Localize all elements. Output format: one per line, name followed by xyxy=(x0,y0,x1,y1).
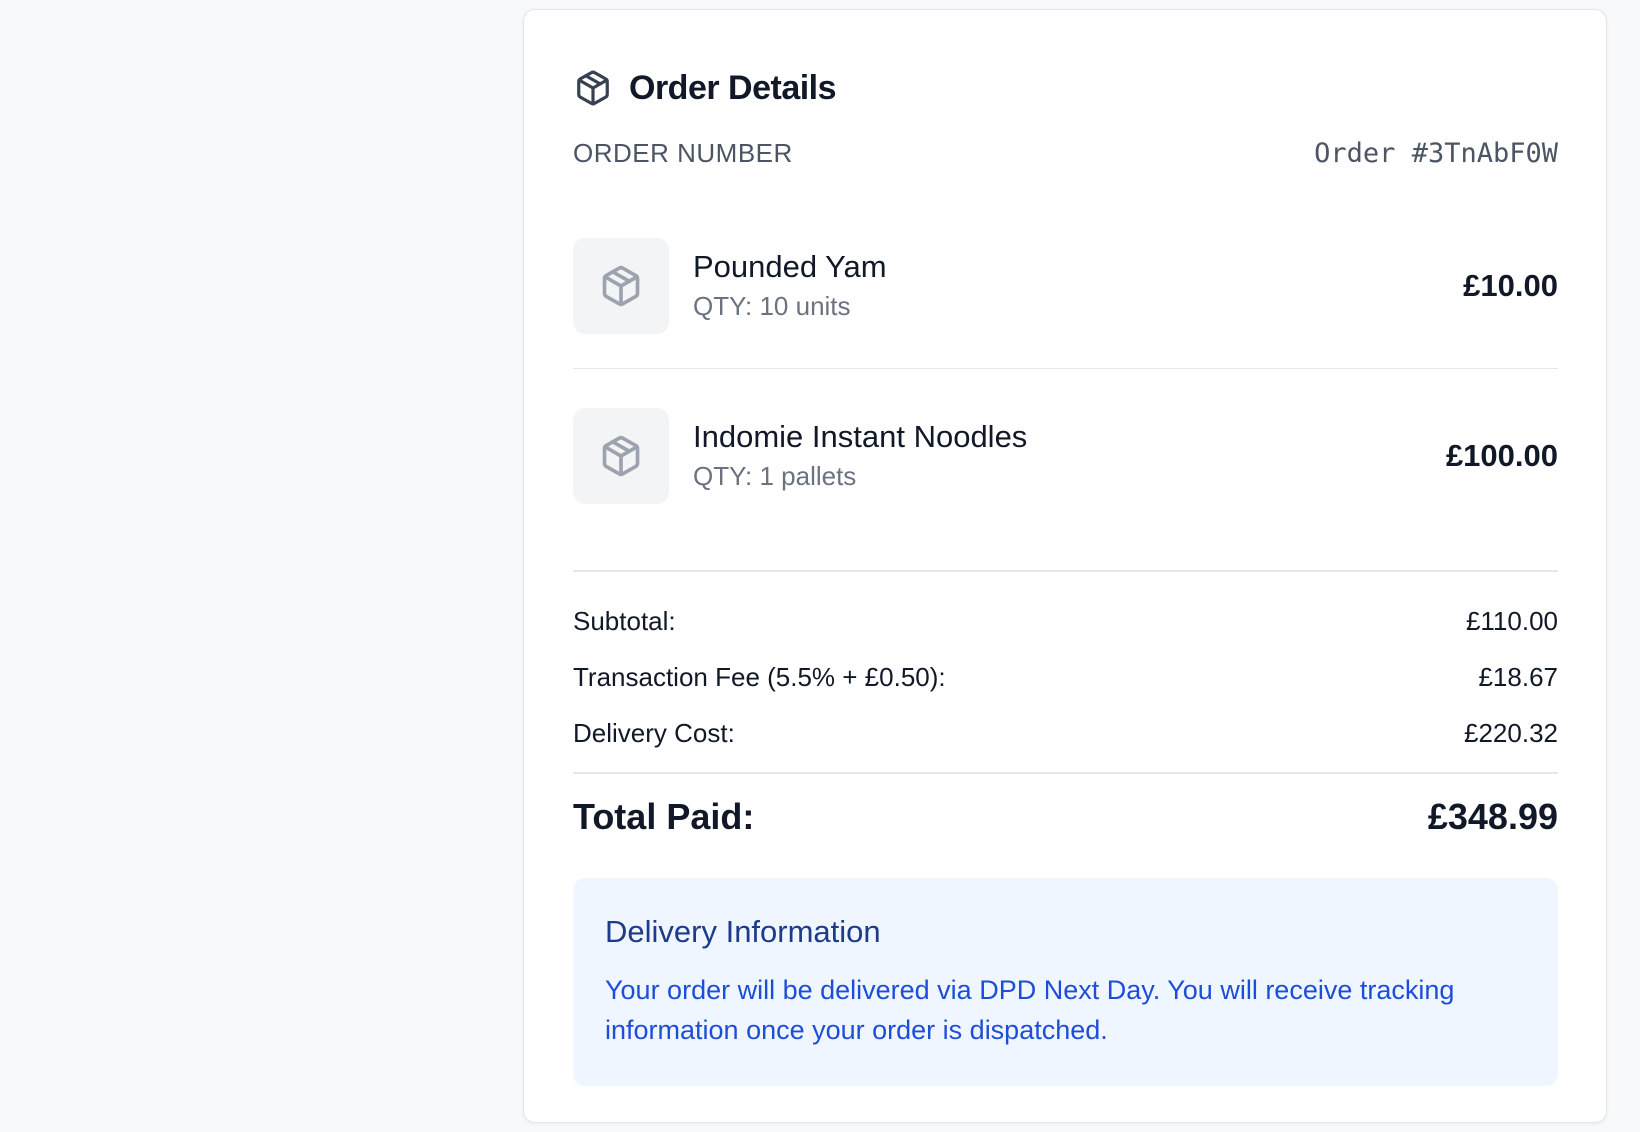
total-paid-label: Total Paid: xyxy=(573,796,755,837)
order-item: Pounded Yam QTY: 10 units £10.00 xyxy=(573,238,1558,334)
order-number-value: Order #3TnAbF0W xyxy=(1314,138,1558,169)
item-info: Indomie Instant Noodles QTY: 1 pallets xyxy=(693,417,1446,495)
delivery-cost-value: £220.32 xyxy=(1464,718,1558,748)
delivery-info-box: Delivery Information Your order will be … xyxy=(573,878,1558,1086)
order-number-row: ORDER NUMBER Order #3TnAbF0W xyxy=(573,138,1558,169)
card-header: Order Details xyxy=(573,68,837,108)
subtotal-value: £110.00 xyxy=(1465,606,1558,636)
order-number-label: ORDER NUMBER xyxy=(573,138,793,168)
transaction-fee-label: Transaction Fee (5.5% + £0.50): xyxy=(573,662,946,692)
delivery-info-text: Your order will be delivered via DPD Nex… xyxy=(605,975,1455,1045)
order-item: Indomie Instant Noodles QTY: 1 pallets £… xyxy=(573,408,1558,504)
delivery-cost-label: Delivery Cost: xyxy=(573,718,735,748)
subtotal-row: Subtotal: £110.00 xyxy=(573,606,1558,637)
item-quantity: QTY: 10 units xyxy=(693,291,851,321)
total-paid-value: £348.99 xyxy=(1427,796,1558,837)
order-details-card: Order Details ORDER NUMBER Order #3TnAbF… xyxy=(523,9,1607,1123)
item-name: Indomie Instant Noodles xyxy=(693,419,1028,454)
transaction-fee-value: £18.67 xyxy=(1478,662,1558,692)
subtotal-label: Subtotal: xyxy=(573,606,676,636)
package-icon xyxy=(602,265,640,307)
total-paid-row: Total Paid: £348.99 xyxy=(573,796,1558,838)
transaction-fee-row: Transaction Fee (5.5% + £0.50): £18.67 xyxy=(573,662,1558,693)
item-info: Pounded Yam QTY: 10 units xyxy=(693,247,1463,325)
item-name: Pounded Yam xyxy=(693,249,887,284)
item-thumbnail xyxy=(573,408,669,504)
delivery-cost-row: Delivery Cost: £220.32 xyxy=(573,718,1558,749)
delivery-info-title: Delivery Information xyxy=(605,914,881,949)
item-price: £100.00 xyxy=(1445,438,1558,473)
item-price: £10.00 xyxy=(1463,268,1558,303)
summary-divider xyxy=(573,570,1558,572)
package-icon xyxy=(602,435,640,477)
package-icon xyxy=(573,68,613,108)
item-divider xyxy=(573,368,1558,369)
total-divider xyxy=(573,772,1558,774)
item-quantity: QTY: 1 pallets xyxy=(693,461,857,491)
item-thumbnail xyxy=(573,238,669,334)
page-title: Order Details xyxy=(629,68,837,107)
